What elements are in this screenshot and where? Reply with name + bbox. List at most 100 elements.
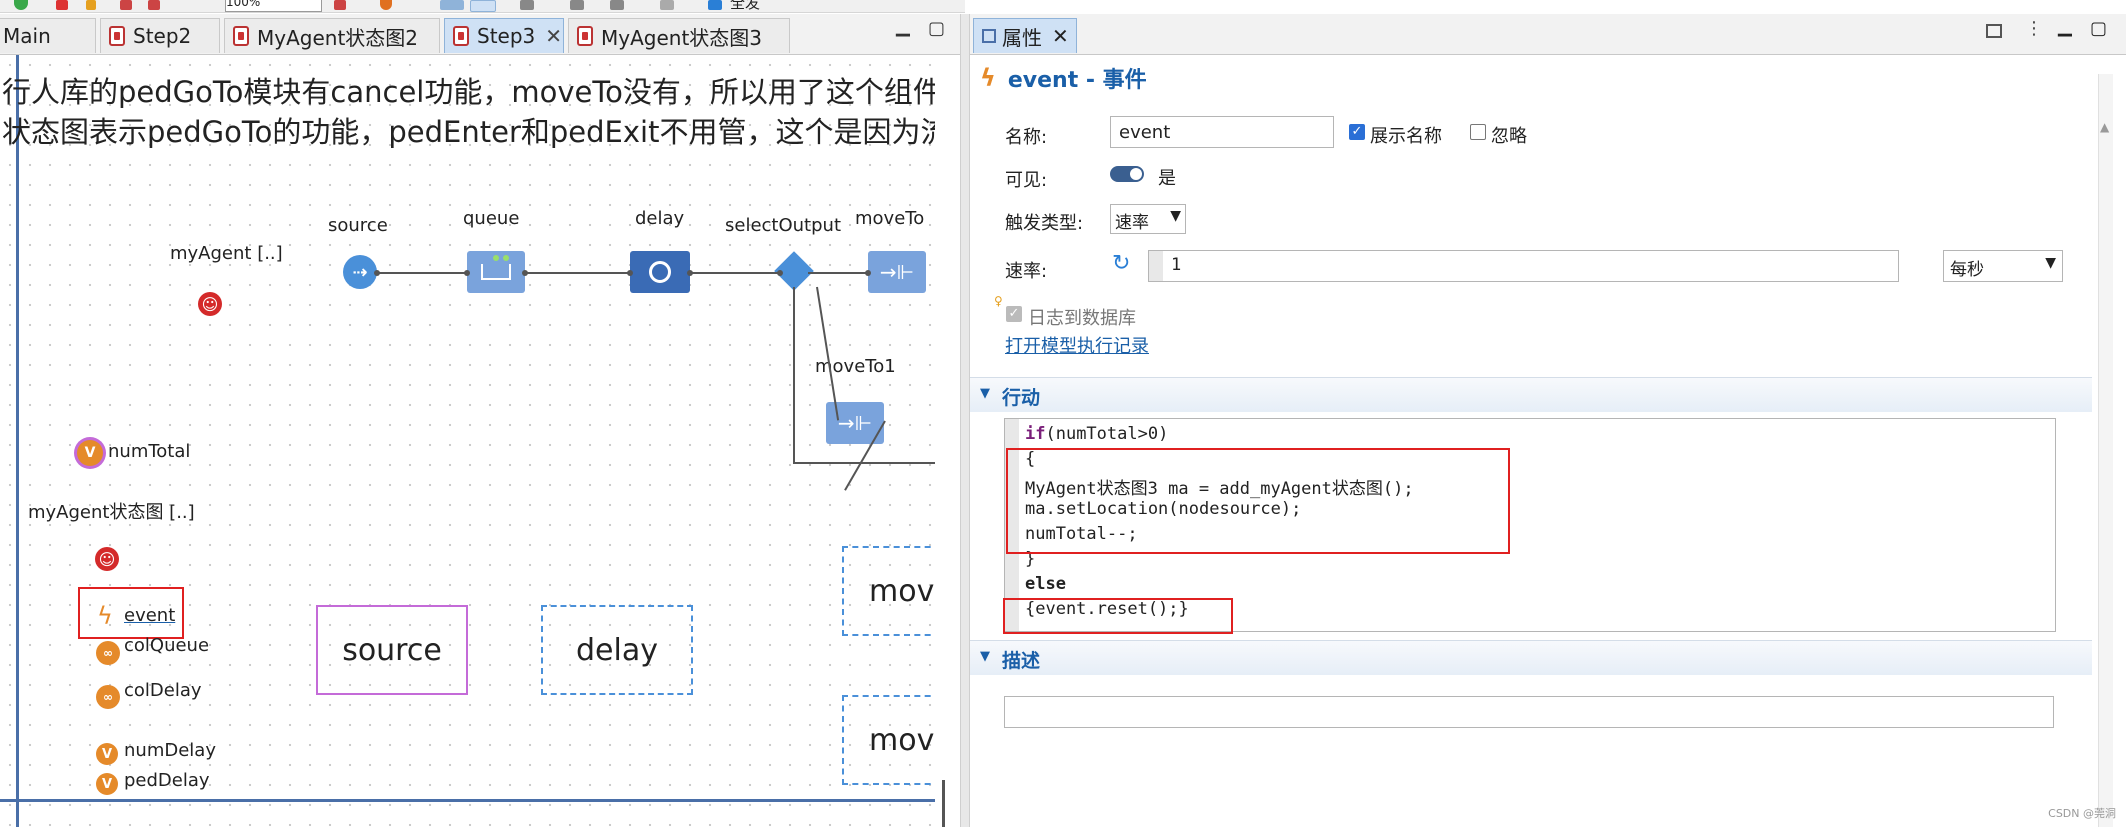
show-name-checkbox[interactable]: ✓ bbox=[1349, 124, 1365, 140]
description-section-header[interactable]: ▼ 描述 bbox=[970, 640, 2092, 675]
coldelay-label[interactable]: colDelay bbox=[124, 680, 202, 701]
tab-step3-label: Step3 bbox=[477, 24, 536, 48]
tab-myagent-statechart3[interactable]: MyAgent状态图3 bbox=[568, 18, 790, 53]
menu-dots-icon[interactable]: ⋮ bbox=[2025, 18, 2043, 39]
action-section-title: 行动 bbox=[1002, 387, 1041, 409]
distribute-icon[interactable] bbox=[570, 0, 584, 10]
event-highlight-box bbox=[78, 587, 184, 639]
chevron-up-icon[interactable]: ▲ bbox=[2100, 120, 2109, 134]
rate-unit-select[interactable]: 每秒 ▼ bbox=[1943, 250, 2063, 282]
queue-status-dots bbox=[493, 255, 499, 261]
source-presentation-box[interactable]: source bbox=[316, 605, 468, 695]
close-icon[interactable]: ✕ bbox=[1052, 24, 1069, 48]
run-icon[interactable] bbox=[14, 0, 28, 10]
close-icon[interactable]: ✕ bbox=[545, 24, 562, 48]
moveto-presentation-box[interactable]: mov bbox=[842, 546, 935, 636]
properties-icon bbox=[982, 29, 996, 43]
main-toolbar: 100% 全发 bbox=[0, 0, 965, 13]
trigger-type-value: 速率 bbox=[1115, 213, 1149, 233]
variable-icon[interactable]: V bbox=[77, 440, 103, 466]
minimize-icon[interactable]: ▁ bbox=[2058, 16, 2072, 37]
order-icon[interactable] bbox=[610, 0, 624, 10]
myagent-statechart-population-label: myAgent状态图 [..] bbox=[28, 502, 195, 523]
group-icon[interactable] bbox=[660, 0, 674, 10]
collection-icon[interactable]: ∞ bbox=[96, 685, 120, 709]
layout-icon[interactable] bbox=[470, 0, 496, 12]
maximize-icon[interactable]: ▢ bbox=[2090, 18, 2107, 39]
action-section-header[interactable]: ▼ 行动 bbox=[970, 377, 2092, 412]
grid-icon[interactable] bbox=[440, 0, 464, 10]
visible-toggle[interactable] bbox=[1110, 166, 1144, 182]
agent-person-icon[interactable]: ☺ bbox=[198, 292, 222, 316]
moveto1-presentation-box[interactable]: mov bbox=[842, 695, 935, 785]
properties-scrollbar[interactable]: ▲ bbox=[2098, 74, 2113, 827]
code-highlight-box-2 bbox=[1003, 598, 1233, 634]
name-field[interactable] bbox=[1110, 116, 1334, 148]
panel-splitter[interactable] bbox=[960, 14, 970, 827]
align-icon[interactable] bbox=[520, 0, 534, 10]
agent-person-icon[interactable]: ☺ bbox=[95, 547, 119, 571]
chevron-down-icon: ▼ bbox=[1170, 208, 1181, 224]
tab-step2[interactable]: Step2 bbox=[100, 18, 220, 53]
code-highlight-box-1 bbox=[1006, 448, 1510, 554]
port bbox=[522, 270, 528, 276]
connector-queue-delay bbox=[525, 272, 630, 274]
minimize-icon[interactable]: ▁ bbox=[896, 16, 910, 37]
frame-left-line bbox=[16, 55, 19, 827]
rate-value: 1 bbox=[1171, 255, 1182, 275]
redo-icon[interactable] bbox=[148, 0, 160, 10]
rate-field[interactable]: 1 bbox=[1148, 250, 1899, 282]
queue-label: queue bbox=[463, 208, 520, 229]
undo-icon[interactable] bbox=[120, 0, 132, 10]
colqueue-label[interactable]: colQueue bbox=[124, 635, 209, 656]
trigger-type-select[interactable]: 速率 ▼ bbox=[1110, 204, 1186, 234]
chevron-down-icon: ▼ bbox=[2045, 255, 2056, 271]
source-label: source bbox=[328, 215, 388, 236]
visible-value: 是 bbox=[1158, 168, 1176, 189]
description-field[interactable] bbox=[1004, 696, 2054, 728]
mov-box-label-2: mov bbox=[869, 722, 935, 758]
delay-label: delay bbox=[635, 208, 685, 229]
agent-type-icon bbox=[233, 26, 249, 46]
publish-icon[interactable] bbox=[708, 0, 722, 10]
zoom-tool-icon[interactable] bbox=[334, 0, 346, 10]
connector-delay-select bbox=[690, 272, 780, 274]
visible-label: 可见: bbox=[1005, 170, 1048, 191]
tab-myagent-statechart2[interactable]: MyAgent状态图2 bbox=[224, 18, 440, 53]
maximize-icon[interactable]: ▢ bbox=[928, 18, 945, 39]
connector-select-down bbox=[793, 287, 795, 462]
stop-icon[interactable] bbox=[56, 0, 68, 10]
zoom-field[interactable]: 100% bbox=[225, 0, 322, 12]
source-block[interactable]: ⇢ bbox=[343, 255, 377, 289]
toolbar-extra-label[interactable]: 全发 bbox=[730, 0, 760, 13]
numtotal-label[interactable]: numTotal bbox=[108, 441, 190, 462]
dynamic-value-icon[interactable]: ↻ bbox=[1112, 251, 1130, 276]
collection-icon[interactable]: ∞ bbox=[96, 641, 120, 665]
tab-properties[interactable]: 属性 ✕ bbox=[973, 18, 1077, 53]
numdelay-label[interactable]: numDelay bbox=[124, 740, 216, 761]
peddelay-label[interactable]: pedDelay bbox=[124, 770, 210, 791]
delay-block[interactable] bbox=[630, 251, 690, 293]
tab-step3[interactable]: Step3 ✕ bbox=[444, 18, 564, 53]
code-line-1: if(numTotal>0) bbox=[1025, 424, 1169, 444]
log-checkbox: ✓ bbox=[1006, 306, 1022, 322]
tab-main[interactable]: Main bbox=[0, 18, 96, 53]
canvas-scrollbar[interactable] bbox=[942, 780, 945, 827]
variable-icon[interactable]: V bbox=[96, 743, 118, 765]
record-icon[interactable] bbox=[380, 0, 392, 10]
agent-type-icon bbox=[453, 26, 469, 46]
moveto-block[interactable]: →⊩ bbox=[868, 251, 926, 293]
rate-label: 速率: bbox=[1005, 261, 1048, 282]
port bbox=[687, 270, 693, 276]
wand-icon[interactable] bbox=[86, 0, 96, 10]
export-icon[interactable] bbox=[1986, 24, 2002, 38]
variable-icon[interactable]: V bbox=[96, 773, 118, 795]
delay-presentation-box[interactable]: delay bbox=[541, 605, 693, 695]
tab-step2-label: Step2 bbox=[133, 24, 192, 48]
properties-panel: 属性 ✕ ⋮ ▁ ▢ ϟ event - 事件 名称: ✓ 展示名称 忽略 可见… bbox=[970, 14, 2126, 827]
queue-icon bbox=[481, 264, 511, 280]
ignore-checkbox[interactable] bbox=[1470, 124, 1486, 140]
open-log-link[interactable]: 打开模型执行记录 bbox=[1005, 332, 1149, 358]
graphical-editor-canvas[interactable]: 行人库的pedGoTo模块有cancel功能，moveTo没有，所以用了这个组件… bbox=[0, 55, 935, 827]
ignore-label: 忽略 bbox=[1491, 126, 1527, 147]
